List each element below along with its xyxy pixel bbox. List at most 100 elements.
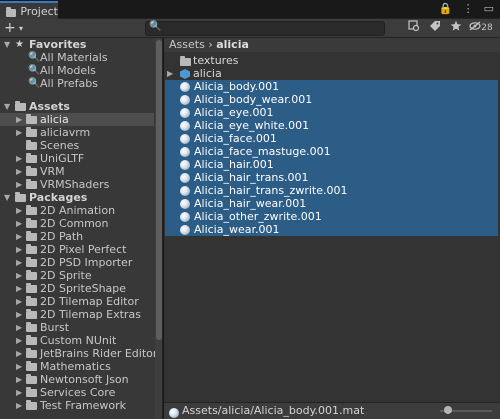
expand-arrow-icon[interactable]: ▶ (16, 204, 22, 217)
tree-package-item[interactable]: ▶ 2D Tilemap Editor (0, 295, 154, 308)
tree-package-item[interactable]: ▶ 2D SpriteShape (0, 282, 154, 295)
file-name: textures (193, 54, 239, 67)
tree-asset-item[interactable]: Scenes (0, 139, 154, 152)
expand-arrow-icon[interactable]: ▶ (16, 152, 22, 165)
favorite-label: All Models (40, 64, 96, 77)
tree-favorite-item[interactable]: 🔍 All Models (0, 64, 154, 77)
tree-package-item[interactable]: ▶ 2D Common (0, 217, 154, 230)
tree-package-item[interactable]: ▶ 2D PSD Importer (0, 256, 154, 269)
tree-favorites-header[interactable]: ▼ ★ Favorites (0, 38, 154, 51)
tree-scrollbar-thumb[interactable] (156, 40, 162, 340)
tree-package-item[interactable]: ▶ 2D Sprite (0, 269, 154, 282)
folder-icon (26, 322, 37, 332)
favorite-label: All Materials (40, 51, 108, 64)
tree-asset-item[interactable]: ▶ VRMShaders (0, 178, 154, 191)
folder-label: Scenes (40, 139, 80, 152)
file-list-item[interactable]: Alicia_eye.001 (165, 106, 498, 119)
expand-arrow-icon[interactable]: ▶ (16, 321, 22, 334)
create-asset-button[interactable]: + ▾ (4, 20, 30, 37)
expand-arrow-icon[interactable]: ▶ (16, 399, 22, 412)
tree-scrollbar[interactable] (155, 38, 162, 419)
maximize-icon[interactable]: ▭ (484, 2, 494, 15)
folder-icon (26, 400, 37, 410)
search-by-label-icon[interactable] (426, 20, 444, 36)
file-list-item[interactable]: textures (164, 54, 500, 67)
expand-arrow-icon[interactable]: ▶ (16, 295, 22, 308)
tree-asset-item[interactable]: ▶ aliciavrm (0, 126, 154, 139)
breadcrumb-root[interactable]: Assets (169, 38, 205, 51)
folder-icon (26, 205, 37, 215)
tree-assets-header[interactable]: ▼ Assets (0, 100, 154, 113)
file-list-item[interactable]: Alicia_face_mastuge.001 (165, 145, 498, 158)
file-list-item[interactable]: Alicia_other_zwrite.001 (165, 210, 498, 223)
expand-arrow-icon[interactable]: ▶ (16, 269, 22, 282)
search-by-type-icon[interactable] (405, 20, 423, 36)
expand-arrow-icon[interactable]: ▶ (167, 67, 173, 80)
file-list-item[interactable]: Alicia_face.001 (165, 132, 498, 145)
file-list-item[interactable]: ▶ alicia (164, 67, 500, 80)
expand-arrow-icon[interactable]: ▶ (16, 386, 22, 399)
tree-package-item[interactable]: ▶ Newtonsoft Json (0, 373, 154, 386)
file-list-item[interactable]: Alicia_hair_wear.001 (165, 197, 498, 210)
tab-project[interactable]: Project (0, 1, 58, 19)
file-name: Alicia_hair_trans_zwrite.001 (194, 184, 348, 197)
expand-arrow-icon[interactable]: ▶ (16, 230, 22, 243)
tree-package-item[interactable]: ▶ 2D Path (0, 230, 154, 243)
expand-arrow-icon[interactable]: ▶ (16, 126, 22, 139)
breadcrumb-current[interactable]: alicia (216, 38, 249, 51)
expand-arrow-icon[interactable]: ▶ (16, 243, 22, 256)
expand-arrow-icon[interactable]: ▶ (16, 113, 22, 126)
package-label: 2D Tilemap Extras (40, 308, 141, 321)
tree-package-item[interactable]: ▶ 2D Pixel Perfect (0, 243, 154, 256)
file-list-item[interactable]: Alicia_eye_white.001 (165, 119, 498, 132)
file-list-item[interactable]: Alicia_body.001 (165, 80, 498, 93)
tree-asset-item[interactable]: ▶ UniGLTF (0, 152, 154, 165)
expand-arrow-icon[interactable]: ▼ (4, 38, 10, 51)
tree-favorite-item[interactable]: 🔍 All Materials (0, 51, 154, 64)
search-icon: 🔍 (28, 78, 41, 89)
expand-arrow-icon[interactable]: ▶ (16, 178, 22, 191)
tree-packages-header[interactable]: ▼ Packages (0, 191, 154, 204)
expand-arrow-icon[interactable]: ▶ (16, 256, 22, 269)
expand-arrow-icon[interactable]: ▶ (16, 308, 22, 321)
favorite-star-icon[interactable] (447, 20, 465, 36)
tree-package-item[interactable]: ▶ JetBrains Rider Editor (0, 347, 157, 360)
hidden-packages-icon[interactable]: 28 (468, 20, 494, 36)
tree-favorite-item[interactable]: 🔍 All Prefabs (0, 77, 154, 90)
expand-arrow-icon[interactable]: ▼ (4, 100, 10, 113)
file-list-item[interactable]: Alicia_hair_trans.001 (165, 171, 498, 184)
file-name: Alicia_hair_wear.001 (194, 197, 307, 210)
tree-asset-item-alicia[interactable]: ▶ alicia (0, 113, 154, 126)
favorite-label: All Prefabs (40, 77, 98, 90)
file-list-item[interactable]: Alicia_wear.001 (165, 223, 498, 236)
file-list-item[interactable]: Alicia_hair.001 (165, 158, 498, 171)
expand-arrow-icon[interactable]: ▶ (16, 165, 22, 178)
tree-package-item[interactable]: ▶ Test Framework (0, 399, 154, 412)
folder-icon (180, 54, 191, 67)
window-controls: 🔒 ⋮ ▭ (439, 2, 494, 15)
file-list-panel: Assets › alicia textures ▶ alicia Alicia_bo… (164, 38, 500, 419)
expand-arrow-icon[interactable]: ▶ (16, 334, 22, 347)
folder-icon (26, 309, 37, 319)
tree-package-item[interactable]: ▶ Custom NUnit (0, 334, 154, 347)
lock-icon[interactable]: 🔒 (439, 2, 453, 15)
expand-arrow-icon[interactable]: ▶ (16, 217, 22, 230)
tree-package-item[interactable]: ▶ Services Core (0, 386, 154, 399)
tree-package-item[interactable]: ▶ 2D Tilemap Extras (0, 308, 154, 321)
tree-asset-item[interactable]: ▶ VRM (0, 165, 154, 178)
expand-arrow-icon[interactable]: ▶ (16, 360, 22, 373)
expand-arrow-icon[interactable]: ▶ (16, 282, 22, 295)
tree-package-item[interactable]: ▶ 2D Animation (0, 204, 154, 217)
file-name: Alicia_face.001 (194, 132, 277, 145)
icon-size-slider-knob[interactable] (444, 406, 453, 414)
tree-package-item[interactable]: ▶ Mathematics (0, 360, 154, 373)
icon-size-slider[interactable] (440, 406, 492, 414)
tree-package-item[interactable]: ▶ Burst (0, 321, 154, 334)
more-options-icon[interactable]: ⋮ (463, 2, 474, 15)
search-input[interactable]: 🔍 (145, 21, 385, 36)
file-list-item[interactable]: Alicia_hair_trans_zwrite.001 (165, 184, 498, 197)
expand-arrow-icon[interactable]: ▼ (4, 191, 10, 204)
file-list-item[interactable]: Alicia_body_wear.001 (165, 93, 498, 106)
expand-arrow-icon[interactable]: ▶ (16, 373, 22, 386)
expand-arrow-icon[interactable]: ▶ (16, 347, 22, 360)
